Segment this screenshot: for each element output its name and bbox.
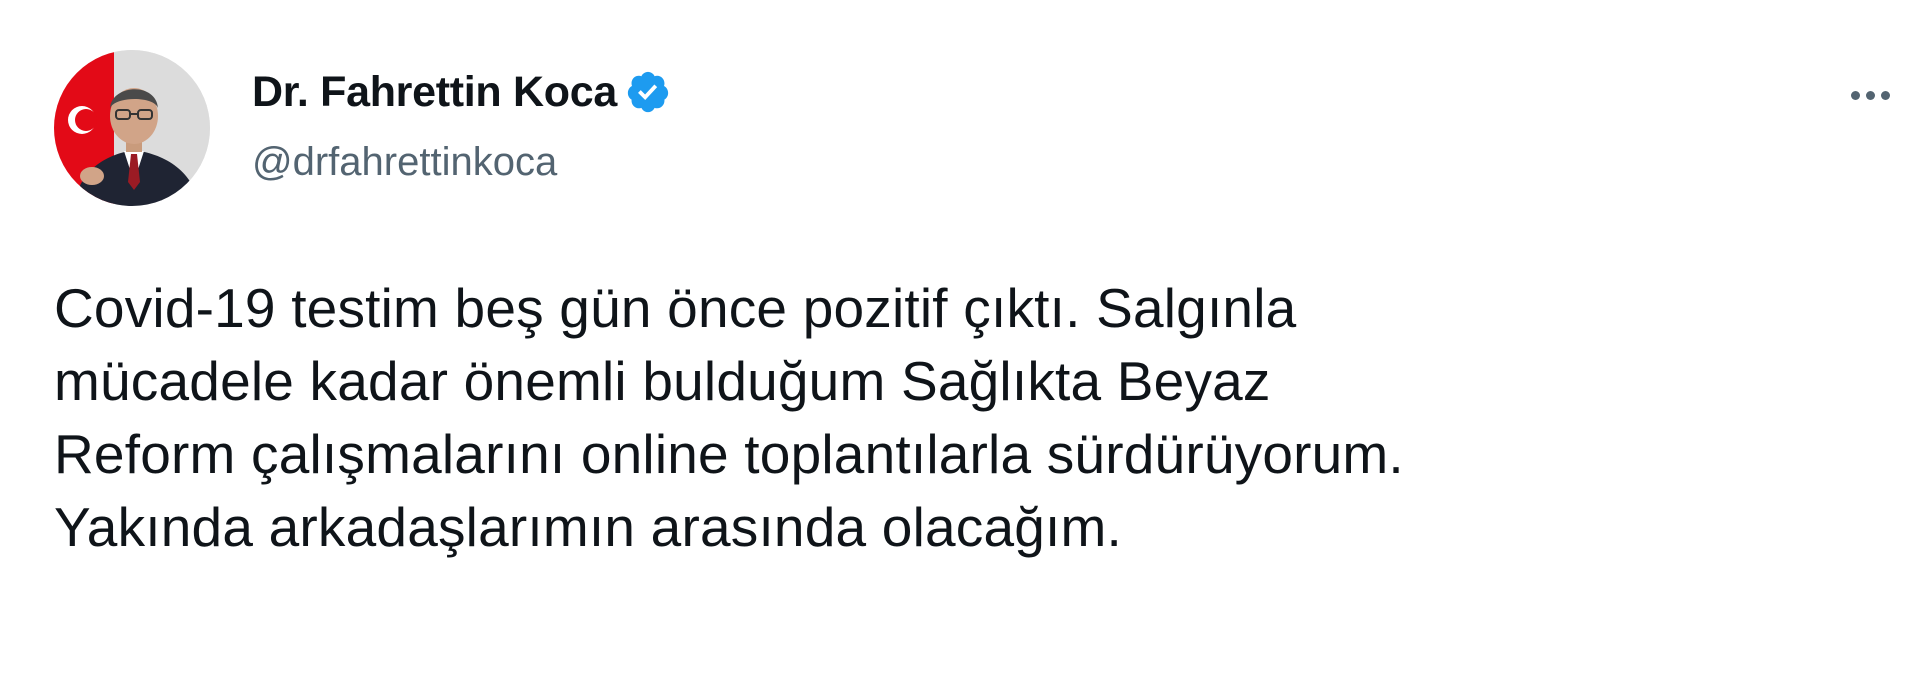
more-options-icon xyxy=(1850,90,1860,100)
tweet-text-line: Reform çalışmalarını online toplantılarl… xyxy=(54,423,1404,485)
tweet-text-line: Covid-19 testim beş gün önce pozitif çık… xyxy=(54,277,1297,339)
tweet-text-line: mücadele kadar önemli bulduğum Sağlıkta … xyxy=(54,350,1271,412)
author-handle[interactable]: @drfahrettinkoca xyxy=(252,140,557,185)
more-options-button[interactable] xyxy=(1840,70,1900,120)
tweet-card: Dr. Fahrettin Koca @drfahrettinkoca Covi… xyxy=(0,0,1928,675)
more-options-icon-dot xyxy=(1865,90,1875,100)
author-name-row: Dr. Fahrettin Koca xyxy=(252,66,671,118)
author-display-name[interactable]: Dr. Fahrettin Koca xyxy=(252,68,617,117)
more-options-icon-dot xyxy=(1880,90,1890,100)
author-avatar[interactable] xyxy=(54,50,210,206)
avatar-photo xyxy=(54,50,210,206)
tweet-text: Covid-19 testim beş gün önce pozitif çık… xyxy=(54,272,1904,564)
tweet-text-line: Yakında arkadaşlarımın arasında olacağım… xyxy=(54,496,1123,558)
verified-badge-icon xyxy=(625,69,671,115)
